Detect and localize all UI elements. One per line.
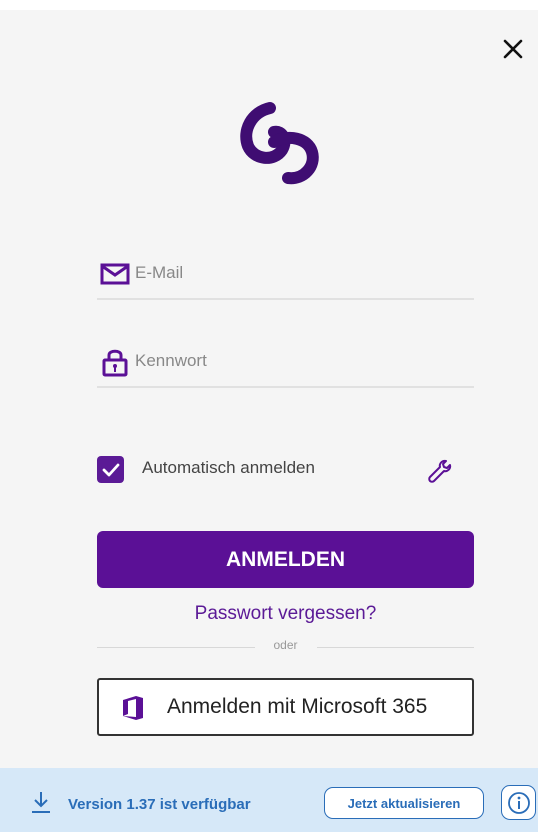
or-divider: oder <box>97 638 474 658</box>
email-field <box>97 254 474 300</box>
app-logo <box>240 102 319 185</box>
info-icon <box>507 791 530 814</box>
divider-text: oder <box>273 638 298 652</box>
info-button[interactable] <box>501 785 536 820</box>
mail-icon <box>99 258 131 290</box>
office-icon <box>123 696 143 720</box>
close-button[interactable] <box>498 34 528 64</box>
close-icon <box>503 39 523 59</box>
microsoft-login-label: Anmelden mit Microsoft 365 <box>167 695 428 718</box>
microsoft-login-button[interactable]: Anmelden mit Microsoft 365 <box>97 678 474 736</box>
password-input[interactable] <box>135 346 465 376</box>
update-bar: Version 1.37 ist verfügbar Jetzt aktuali… <box>0 768 538 832</box>
version-text: Version 1.37 ist verfügbar <box>68 796 251 813</box>
update-now-button[interactable]: Jetzt aktualisieren <box>324 787 484 819</box>
password-field <box>97 342 474 388</box>
auto-login-label: Automatisch anmelden <box>142 458 315 477</box>
auto-login-checkbox[interactable] <box>97 456 124 483</box>
lock-icon <box>99 346 131 378</box>
checkmark-icon <box>102 463 119 476</box>
login-button[interactable]: ANMELDEN <box>97 531 474 588</box>
forgot-password-link[interactable]: Passwort vergessen? <box>97 603 474 625</box>
download-icon <box>32 792 50 813</box>
login-panel: Automatisch anmelden ANMELDEN Passwort v… <box>0 10 538 768</box>
email-input[interactable] <box>135 258 465 288</box>
wrench-icon[interactable] <box>426 458 452 484</box>
